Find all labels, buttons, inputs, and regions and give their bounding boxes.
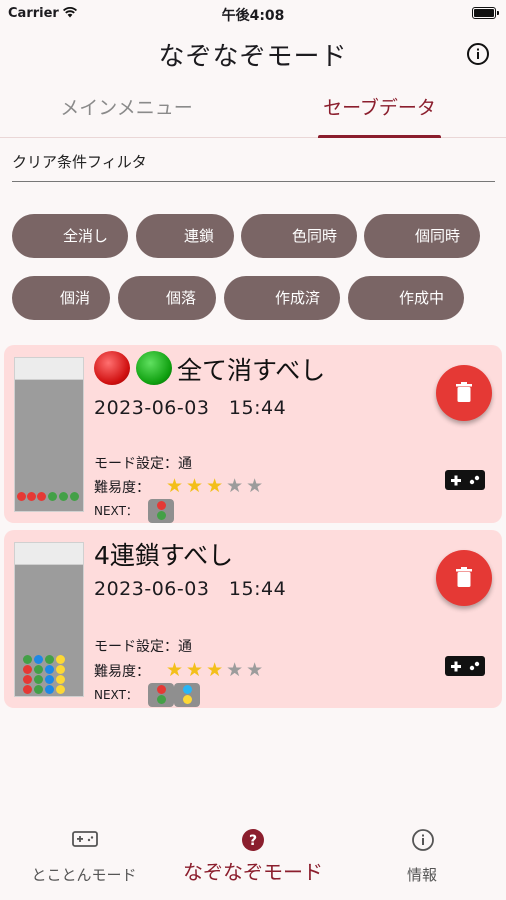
filter-chip-count-simul[interactable]: 個同時: [364, 214, 480, 258]
card-title: 全て消すべし: [177, 356, 326, 385]
delete-button[interactable]: [436, 550, 492, 606]
status-bar: Carrier 午後4:08: [0, 0, 506, 28]
next-label: NEXT：: [94, 504, 138, 518]
trash-icon: [456, 382, 472, 402]
next-label: NEXT：: [94, 688, 138, 702]
filter-chip-in-progress[interactable]: 作成中: [348, 276, 464, 320]
card-date: 2023-06-03 15:44: [94, 397, 287, 419]
difficulty-stars: ★★★★★: [166, 475, 267, 497]
mode-setting: モード設定：通: [94, 456, 192, 472]
filter-chip-count-drop[interactable]: 個落: [118, 276, 216, 320]
nav-riddle-label: なぞなぞモード: [183, 860, 323, 884]
tab-save-data[interactable]: セーブデータ: [253, 82, 506, 138]
filter-chip-color-simul[interactable]: 色同時: [241, 214, 357, 258]
filter-chip-chain[interactable]: 連鎖: [136, 214, 234, 258]
svg-text:?: ?: [249, 833, 257, 849]
difficulty-stars: ★★★★★: [166, 659, 267, 681]
nav-info-label: 情報: [406, 866, 437, 884]
green-puyo-icon: [136, 351, 172, 385]
play-gamepad-icon[interactable]: [444, 469, 486, 491]
red-puyo-icon: [94, 351, 130, 385]
card-title: 4連鎖すべし: [94, 541, 234, 570]
card-date: 2023-06-03 15:44: [94, 578, 287, 600]
app-bar: なぞなぞモード: [0, 28, 506, 78]
difficulty-label: 難易度：: [94, 480, 150, 496]
next-preview: [148, 499, 174, 523]
difficulty-label: 難易度：: [94, 664, 150, 680]
tab-bar: メインメニュー セーブデータ: [0, 82, 506, 138]
trash-icon: [456, 567, 472, 587]
nav-endless-mode[interactable]: とことんモード: [0, 808, 168, 900]
next-preview: [148, 683, 174, 707]
save-card[interactable]: 4連鎖すべし 2023-06-03 15:44 モード設定：通 難易度： ★★★…: [4, 530, 502, 708]
delete-button[interactable]: [436, 365, 492, 421]
filter-underline: [12, 181, 495, 182]
next-next-preview: [174, 683, 200, 707]
bottom-navigation: とことんモード ? なぞなぞモード 情報: [0, 808, 506, 900]
gamepad-icon: [72, 831, 98, 847]
battery-icon: [472, 7, 499, 19]
info-icon[interactable]: [466, 42, 490, 66]
nav-info[interactable]: 情報: [338, 808, 506, 900]
nav-endless-label: とことんモード: [31, 866, 137, 884]
filter-chip-all-clear[interactable]: 全消し: [12, 214, 128, 258]
nav-riddle-mode[interactable]: ? なぞなぞモード: [169, 808, 337, 900]
clock: 午後4:08: [221, 8, 285, 24]
play-gamepad-icon[interactable]: [444, 655, 486, 677]
filter-label: クリア条件フィルタ: [12, 153, 147, 171]
board-thumbnail: [14, 357, 84, 512]
info-icon: [412, 829, 434, 851]
page-title: なぞなぞモード: [158, 42, 348, 72]
save-card[interactable]: 全て消すべし 2023-06-03 15:44 モード設定：通 難易度： ★★★…: [4, 345, 502, 523]
help-circle-icon: ?: [242, 829, 264, 851]
filter-chip-count-clear[interactable]: 個消: [12, 276, 110, 320]
mode-setting: モード設定：通: [94, 639, 192, 655]
board-thumbnail: [14, 542, 84, 697]
filter-chip-created[interactable]: 作成済: [224, 276, 340, 320]
tab-main-menu[interactable]: メインメニュー: [0, 82, 253, 138]
